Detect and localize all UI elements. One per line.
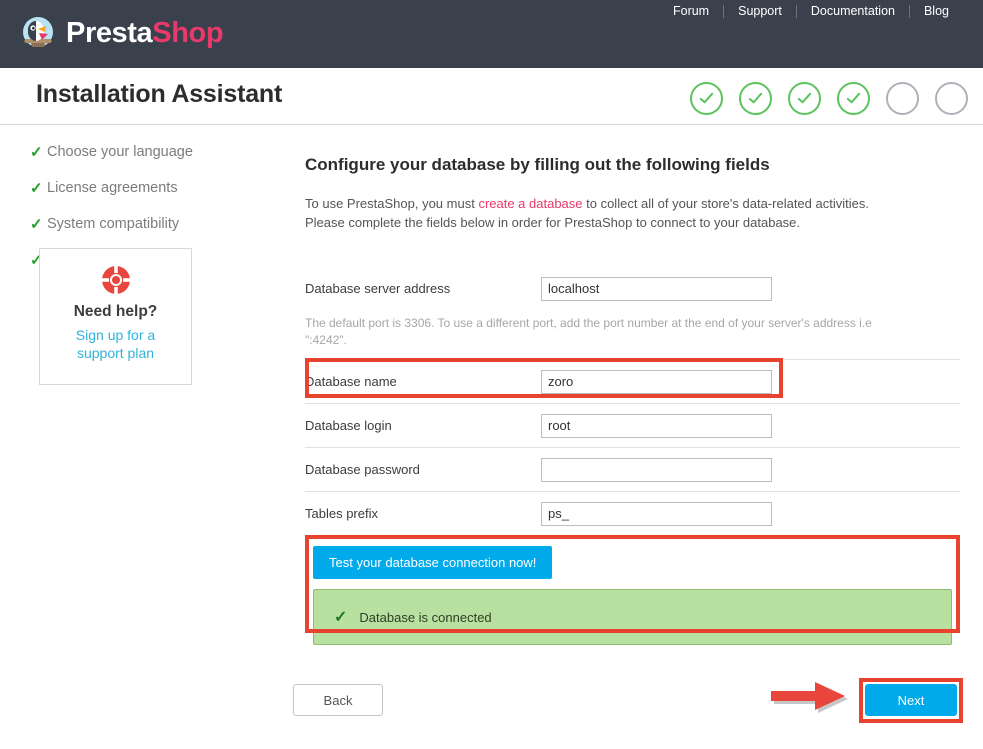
- desc-text-after: to collect all of your store's data-rela…: [582, 196, 869, 211]
- brand-shop: Shop: [152, 16, 224, 49]
- check-icon: ✓: [30, 180, 43, 197]
- support-plan-link-line1: Sign up for a: [75, 327, 156, 343]
- hint-line2: ":4242".: [305, 333, 347, 348]
- need-help-box: Need help? Sign up for a support plan: [39, 248, 192, 385]
- top-navigation: Forum Support Documentation Blog: [659, 4, 963, 18]
- check-icon: ✓: [334, 609, 348, 627]
- header-divider: [0, 124, 983, 125]
- step-indicator: [690, 82, 968, 115]
- step-indicator-3: [788, 82, 821, 115]
- brand-presta: Presta: [66, 16, 153, 49]
- main-content: Configure your database by filling out t…: [305, 155, 960, 646]
- sidebar-item-label: Choose your language: [47, 144, 193, 160]
- topnav-link-blog[interactable]: Blog: [910, 4, 963, 18]
- database-connected-alert: ✓ Database is connected: [313, 589, 952, 646]
- lifebuoy-icon: [99, 263, 133, 297]
- support-plan-link[interactable]: Sign up for a support plan: [40, 327, 191, 362]
- right-arrow-annotation-icon: [771, 682, 853, 718]
- database-server-address-hint: The default port is 3306. To use a diffe…: [305, 311, 960, 361]
- step-indicator-6: [935, 82, 968, 115]
- prestashop-wordmark: PrestaShop: [66, 16, 224, 49]
- topnav-link-support[interactable]: Support: [724, 4, 796, 18]
- topnav-link-forum[interactable]: Forum: [659, 4, 723, 18]
- field-row-tables-prefix: Tables prefix: [305, 492, 960, 537]
- support-plan-link-line2: support plan: [76, 344, 155, 361]
- footer-actions: Back Next: [293, 678, 963, 723]
- title-row: Installation Assistant: [0, 68, 983, 124]
- check-icon: ✓: [30, 216, 43, 233]
- field-row-database-server-address: Database server address: [305, 267, 960, 311]
- database-password-input[interactable]: [541, 457, 772, 482]
- desc-text-before: To use PrestaShop, you must: [305, 196, 479, 211]
- prestashop-logo-icon: [18, 13, 58, 53]
- top-bar: PrestaShop Forum Support Documentation B…: [0, 0, 983, 68]
- tables-prefix-input[interactable]: [541, 501, 772, 526]
- step-indicator-2: [739, 82, 772, 115]
- check-icon: ✓: [30, 144, 43, 161]
- sidebar-item-system-compatibility[interactable]: ✓ System compatibility: [0, 206, 290, 242]
- field-label-database-name: Database name: [305, 374, 397, 390]
- field-row-database-password: Database password: [305, 448, 960, 493]
- main-description: To use PrestaShop, you must create a dat…: [305, 195, 960, 233]
- sidebar-item-label: System compatibility: [47, 216, 180, 232]
- database-server-address-input[interactable]: [541, 276, 772, 301]
- next-button[interactable]: Next: [865, 684, 957, 716]
- hint-line1: The default port is 3306. To use a diffe…: [305, 315, 872, 330]
- need-help-title: Need help?: [73, 303, 158, 320]
- step-indicator-5: [886, 82, 919, 115]
- database-connected-message: Database is connected: [359, 609, 492, 625]
- field-label-database-login: Database login: [305, 418, 392, 434]
- field-label-database-server-address: Database server address: [305, 281, 451, 297]
- test-database-connection-button[interactable]: Test your database connection now!: [313, 546, 553, 580]
- sidebar-item-license-agreements[interactable]: ✓ License agreements: [0, 170, 290, 206]
- field-label-tables-prefix: Tables prefix: [305, 506, 378, 522]
- database-login-input[interactable]: [541, 413, 772, 438]
- back-button[interactable]: Back: [293, 684, 383, 716]
- prestashop-logo[interactable]: PrestaShop: [18, 13, 224, 53]
- page-title: Installation Assistant: [36, 80, 283, 108]
- field-label-database-password: Database password: [305, 462, 420, 478]
- step-indicator-1: [690, 82, 723, 115]
- main-heading: Configure your database by filling out t…: [305, 155, 770, 174]
- create-a-database-link[interactable]: create a database: [478, 196, 582, 211]
- sidebar-item-label: License agreements: [47, 180, 178, 196]
- sidebar-item-choose-your-language[interactable]: ✓ Choose your language: [0, 134, 290, 170]
- topnav-link-documentation[interactable]: Documentation: [797, 4, 909, 18]
- field-row-database-login: Database login: [305, 404, 960, 449]
- database-name-input[interactable]: [541, 369, 772, 394]
- step-indicator-4: [837, 82, 870, 115]
- field-row-database-name: Database name: [305, 360, 960, 405]
- desc-line2: Please complete the fields below in orde…: [305, 214, 801, 230]
